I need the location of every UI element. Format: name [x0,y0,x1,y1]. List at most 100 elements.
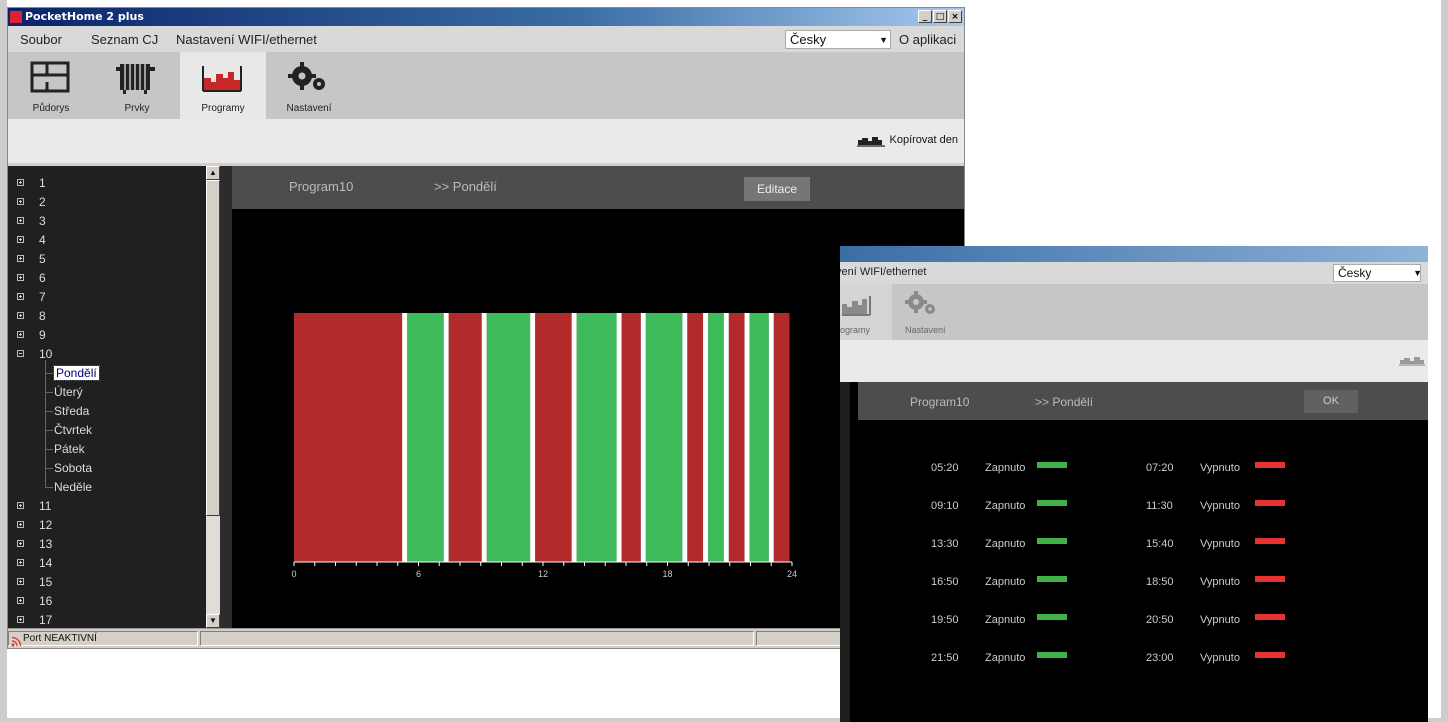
schedule-row[interactable]: 19:50 Zapnuto 20:50 Vypnuto [858,610,1428,630]
close-button[interactable]: × [948,10,962,23]
tree-node-label: 6 [39,271,46,285]
gears-icon [288,62,325,90]
expand-icon[interactable] [17,331,24,338]
x-tick-label: 24 [787,569,797,579]
tool-programy[interactable]: ogramy [840,284,892,340]
expand-icon[interactable] [17,578,24,585]
on-interval-bar [576,313,617,562]
tree-connector [45,449,53,450]
tool-prvky[interactable]: Prvky [94,52,180,119]
menu-o-aplikaci[interactable]: O aplikaci [899,32,956,47]
tree-day-item[interactable]: Pondělí [45,364,100,383]
copy-day-icon[interactable] [1398,354,1426,366]
tree-scrollbar[interactable]: ▲ ▼ [206,166,220,628]
schedule-row[interactable]: 21:50 Zapnuto 23:00 Vypnuto [858,648,1428,668]
tree-node[interactable]: 3 [17,212,46,231]
collapse-icon[interactable] [17,350,24,357]
interval-separator [402,313,408,562]
tree-node[interactable]: 4 [17,231,46,250]
status-bar: Port NEAKTIVNÍ [8,628,964,648]
tree-node[interactable]: 1 [17,174,46,193]
copy-day-button[interactable]: Kopírovat den [856,133,958,147]
program-chart-icon [842,296,871,316]
tree-day-item[interactable]: Úterý [45,383,83,402]
tool-pudorys[interactable]: Půdorys [8,52,94,119]
tool-label: Nastavení [286,103,332,114]
tree-day-item[interactable]: Pátek [45,440,85,459]
tool-nastaveni[interactable]: Nastavení [892,284,962,340]
expand-icon[interactable] [17,198,24,205]
tree-node[interactable]: 11 [17,497,51,516]
scroll-thumb[interactable] [206,180,220,516]
expand-icon[interactable] [17,255,24,262]
tree-node[interactable]: 8 [17,307,46,326]
on-time: 19:50 [931,614,959,626]
tree-day-item[interactable]: Středa [45,402,89,421]
tree-node[interactable]: 12 [17,516,52,535]
expand-icon[interactable] [17,217,24,224]
expand-icon[interactable] [17,559,24,566]
schedule-row[interactable]: 09:10 Zapnuto 11:30 Vypnuto [858,496,1428,516]
expand-icon[interactable] [17,502,24,509]
schedule-row[interactable]: 13:30 Zapnuto 15:40 Vypnuto [858,534,1428,554]
tree-node[interactable]: 7 [17,288,46,307]
schedule-row[interactable]: 05:20 Zapnuto 07:20 Vypnuto [858,458,1428,478]
edit-window-title-bar[interactable] [840,246,1428,262]
tree-node[interactable]: 2 [17,193,46,212]
expand-icon[interactable] [17,274,24,281]
tree-node[interactable]: 14 [17,554,52,573]
port-status: Port NEAKTIVNÍ [8,631,198,647]
interval-separator [481,313,487,562]
tree-node[interactable]: 15 [17,573,52,592]
tree-node[interactable]: 10 [17,345,52,364]
tree-node[interactable]: 5 [17,250,46,269]
tool-nastaveni[interactable]: Nastavení [266,52,352,119]
tree-node[interactable]: 6 [17,269,46,288]
tree-day-item[interactable]: Sobota [45,459,92,478]
edit-button[interactable]: Editace [744,177,810,201]
tool-label: ogramy [840,325,871,335]
expand-icon[interactable] [17,616,24,623]
title-bar[interactable]: PocketHome 2 plus _ □ × [8,8,964,26]
tree-connector [45,430,53,431]
signal-icon [11,636,22,647]
tree-node[interactable]: 13 [17,535,52,554]
expand-icon[interactable] [17,179,24,186]
tree-node[interactable]: 9 [17,326,46,345]
schedule-row[interactable]: 16:50 Zapnuto 18:50 Vypnuto [858,572,1428,592]
menu-seznam-cj[interactable]: Seznam CJ [91,32,158,47]
expand-icon[interactable] [17,236,24,243]
expand-icon[interactable] [17,312,24,319]
menu-soubor[interactable]: Soubor [20,32,62,47]
language-select[interactable]: Česky ▼ [785,30,891,49]
minimize-button[interactable]: _ [918,10,932,23]
expand-icon[interactable] [17,521,24,528]
scroll-down-icon[interactable]: ▼ [206,614,220,628]
on-time: 21:50 [931,652,959,664]
interval-separator [744,313,750,562]
menu-nastaveni-wifi[interactable]: vení WIFI/ethernet [840,266,926,278]
on-label: Zapnuto [985,500,1026,512]
expand-icon[interactable] [17,293,24,300]
maximize-button[interactable]: □ [933,10,947,23]
on-label: Zapnuto [985,538,1026,550]
off-interval-bar [773,313,790,562]
ok-button[interactable]: OK [1304,390,1358,413]
x-tick-label: 18 [662,569,672,579]
tree-node-label: 15 [39,575,53,589]
window-title: PocketHome 2 plus [25,10,144,23]
edit-window: vení WIFI/ethernet Česky ▼ ogramy Nastav… [840,246,1428,722]
x-tick-label: 12 [538,569,548,579]
expand-icon[interactable] [17,597,24,604]
tree-node[interactable]: 16 [17,592,52,611]
language-select[interactable]: Česky ▼ [1333,264,1422,282]
expand-icon[interactable] [17,540,24,547]
tool-programy[interactable]: Programy [180,52,266,119]
tree-day-item[interactable]: Neděle [45,478,92,497]
menu-nastaveni-wifi[interactable]: Nastavení WIFI/ethernet [176,32,317,47]
tree-node-label: 10 [39,347,53,361]
scroll-up-icon[interactable]: ▲ [206,166,220,180]
program-header: Program10 >> Pondělí Editace [232,166,964,209]
tree-day-item[interactable]: Čtvrtek [45,421,92,440]
off-interval-bar [535,313,572,562]
